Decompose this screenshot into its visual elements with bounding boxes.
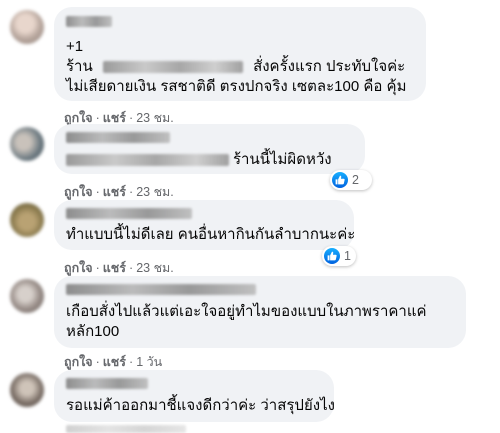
blurred-author-name[interactable]	[66, 16, 112, 27]
partial-actions-bottom	[66, 425, 186, 433]
timestamp[interactable]: 1 วัน	[136, 355, 162, 369]
blurred-author-name[interactable]	[66, 208, 192, 219]
blurred-author-name[interactable]	[66, 378, 148, 389]
comment-bubble: ทำแบบนี้ไม่ดีเลย คนอื่นหากินกันลำบากนะค่…	[54, 200, 356, 250]
like-icon	[332, 172, 348, 188]
comment-text: เกือบสั่งไปแล้วแต่เอะใจอยู่ทำไมของแบบในภ…	[66, 303, 427, 320]
comment-text: ร้าน สั่งครั้งแรก ประทับใจค่ะ	[66, 58, 406, 75]
like-action[interactable]: ถูกใจ	[64, 261, 93, 275]
avatar[interactable]	[10, 373, 44, 407]
comment-text: หลัก100	[66, 323, 120, 340]
avatar[interactable]	[10, 127, 44, 161]
reply-action[interactable]: แชร์	[103, 185, 126, 199]
avatar[interactable]	[10, 203, 44, 237]
avatar[interactable]	[10, 10, 44, 44]
comment-text: ทำแบบนี้ไม่ดีเลย คนอื่นหากินกันลำบากนะค่…	[66, 226, 356, 243]
blurred-author-name[interactable]	[66, 284, 256, 295]
reply-action[interactable]: แชร์	[103, 111, 126, 125]
comment-bubble: เกือบสั่งไปแล้วแต่เอะใจอยู่ทำไมของแบบในภ…	[54, 276, 466, 348]
comment-bubble: รอแม่ค้าออกมาชี้แจงดีกว่าค่ะ ว่าสรุปยังไ…	[54, 370, 335, 422]
timestamp[interactable]: 23 ชม.	[136, 111, 174, 125]
blurred-shop-name	[102, 61, 243, 74]
comment-actions: ถูกใจ · แชร์ · 23 ชม.	[64, 185, 174, 199]
like-action[interactable]: ถูกใจ	[64, 111, 93, 125]
comment-text: ร้านนี้ไม่ผิดหวัง	[66, 150, 332, 170]
timestamp[interactable]: 23 ชม.	[136, 261, 174, 275]
comment-text: รอแม่ค้าออกมาชี้แจงดีกว่าค่ะ ว่าสรุปยังไ…	[66, 397, 335, 414]
comment-actions: ถูกใจ · แชร์ · 23 ชม.	[64, 261, 174, 275]
reply-action[interactable]: แชร์	[103, 261, 126, 275]
reply-action[interactable]: แชร์	[103, 355, 126, 369]
reaction-count[interactable]: 1	[322, 246, 356, 266]
avatar[interactable]	[10, 279, 44, 313]
reaction-count[interactable]: 2	[330, 170, 372, 190]
comment-bubble: +1 ร้าน สั่งครั้งแรก ประทับใจค่ะ ไม่เสีย…	[54, 7, 426, 101]
like-action[interactable]: ถูกใจ	[64, 355, 93, 369]
timestamp[interactable]: 23 ชม.	[136, 185, 174, 199]
blurred-author-name[interactable]	[66, 132, 170, 143]
comment-actions: ถูกใจ · แชร์ · 1 วัน	[64, 355, 163, 369]
like-icon	[324, 248, 340, 264]
comment-text: +1	[66, 38, 84, 55]
like-action[interactable]: ถูกใจ	[64, 185, 93, 199]
blurred-text	[66, 154, 229, 167]
comment-bubble: ร้านนี้ไม่ผิดหวัง	[54, 124, 365, 174]
comment-text: ไม่เสียดายเงิน รสชาติดี ตรงปกจริง เซตละ1…	[66, 78, 407, 95]
